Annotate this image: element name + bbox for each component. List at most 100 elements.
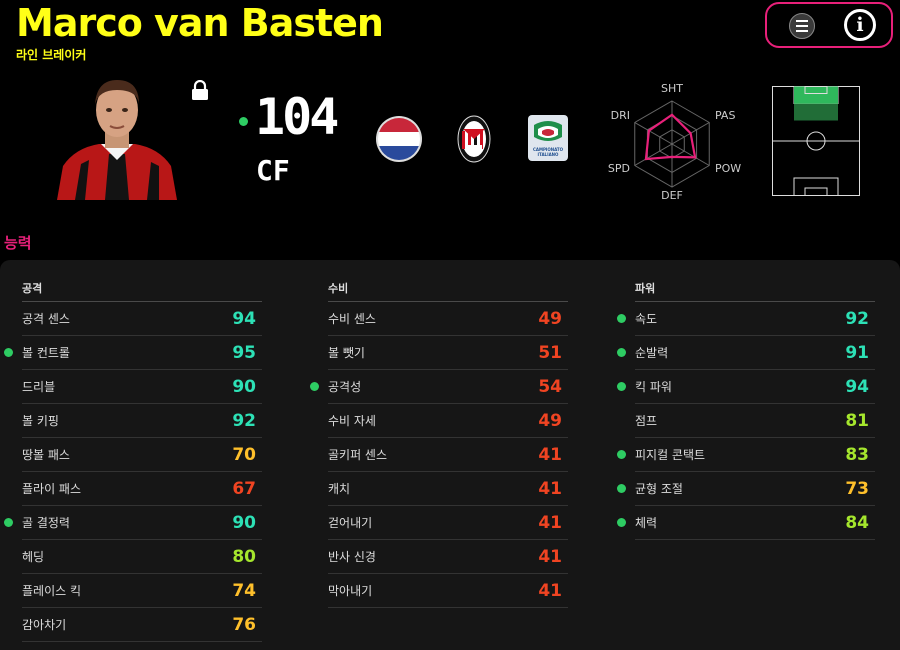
attribute-radar-chart: SHT PAS POW DEF SPD DRI [608, 82, 741, 202]
stat-row: 감아차기 76 [22, 608, 262, 642]
stat-row: 헤딩 80 [22, 540, 262, 574]
radar-label-dri: DRI [611, 109, 630, 122]
stat-row: 볼 뺏기 51 [328, 336, 568, 370]
info-icon: i [856, 14, 864, 36]
stat-row: 점프 81 [635, 404, 875, 438]
stat-row: 피지컬 콘택트 83 [617, 438, 875, 472]
stat-value: 90 [232, 512, 256, 533]
position-highlight-box [794, 86, 838, 104]
stat-row: 공격 센스 94 [22, 302, 262, 336]
stat-value: 92 [845, 308, 869, 329]
defense-rows: 수비 센스 49 볼 뺏기 51 공격성 54 수비 자세 49 골키퍼 센스 41 캐치 41 걷어내… [310, 302, 568, 608]
skill-indicator-dot [617, 382, 626, 391]
stat-name: 감아차기 [22, 618, 67, 632]
stat-value: 83 [845, 444, 869, 465]
stat-row: 수비 센스 49 [328, 302, 568, 336]
stat-row: 공격성 54 [310, 370, 568, 404]
radar-player-shape [644, 113, 697, 161]
skill-indicator-dot [310, 382, 319, 391]
skill-indicator-dot [617, 518, 626, 527]
radar-label-pow: POW [715, 162, 741, 175]
stat-value: 41 [538, 546, 562, 567]
menu-icon [796, 20, 808, 22]
stat-name: 점프 [635, 414, 658, 428]
stat-name: 속도 [635, 312, 658, 326]
stat-value: 49 [538, 308, 562, 329]
stat-row: 볼 컨트롤 95 [4, 336, 262, 370]
menu-button[interactable] [789, 13, 815, 39]
skill-indicator-dot [617, 484, 626, 493]
stat-name: 골 결정력 [22, 516, 70, 530]
stat-value: 80 [232, 546, 256, 567]
stat-name: 반사 신경 [328, 550, 376, 564]
stat-value: 94 [232, 308, 256, 329]
skill-indicator-dot [4, 518, 13, 527]
radar-label-pas: PAS [715, 109, 735, 122]
stat-name: 킥 파워 [635, 380, 672, 394]
stat-value: 94 [845, 376, 869, 397]
stat-value: 70 [232, 444, 256, 465]
top-action-group: i [765, 2, 893, 48]
netherlands-flag-icon[interactable] [375, 115, 423, 163]
stat-name: 캐치 [328, 482, 351, 496]
radar-label-spd: SPD [608, 162, 630, 175]
radar-label-def: DEF [661, 189, 683, 202]
attack-column: 공격 공격 센스 94 볼 컨트롤 95 드리블 90 볼 키핑 92 땅볼 패스 70 플라이 패… [4, 280, 262, 642]
skill-indicator-dot [617, 450, 626, 459]
stat-name: 공격 센스 [22, 312, 70, 326]
stat-name: 수비 자세 [328, 414, 376, 428]
skill-indicator-dot [4, 348, 13, 357]
lock-icon[interactable] [191, 80, 209, 100]
stat-row: 수비 자세 49 [328, 404, 568, 438]
player-portrait [55, 78, 179, 200]
stat-value: 41 [538, 444, 562, 465]
stat-name: 볼 키핑 [22, 414, 59, 428]
serie-a-logo-icon[interactable]: CAMPIONATO ITALIANO [528, 115, 568, 161]
stat-name: 드리블 [22, 380, 56, 394]
stat-name: 헤딩 [22, 550, 45, 564]
stat-row: 균형 조절 73 [617, 472, 875, 506]
stat-value: 67 [232, 478, 256, 499]
stat-name: 공격성 [328, 380, 362, 394]
skill-indicator-dot [617, 314, 626, 323]
stat-name: 땅볼 패스 [22, 448, 70, 462]
ability-section-title: 능력 [4, 234, 32, 252]
stat-row: 캐치 41 [328, 472, 568, 506]
stat-name: 순발력 [635, 346, 669, 360]
stat-row: 속도 92 [617, 302, 875, 336]
stat-value: 73 [845, 478, 869, 499]
stat-value: 81 [845, 410, 869, 431]
stat-value: 41 [538, 478, 562, 499]
attack-rows: 공격 센스 94 볼 컨트롤 95 드리블 90 볼 키핑 92 땅볼 패스 70 플라이 패스 67… [4, 302, 262, 642]
ac-milan-crest-icon[interactable] [457, 115, 491, 163]
stat-row: 킥 파워 94 [617, 370, 875, 404]
stat-name: 체력 [635, 516, 658, 530]
position-pitch-map [772, 86, 860, 196]
stat-name: 볼 컨트롤 [22, 346, 70, 360]
stat-value: 91 [845, 342, 869, 363]
playstyle-label: 라인 브레이커 [16, 48, 87, 62]
stat-row: 골키퍼 센스 41 [328, 438, 568, 472]
ability-panel: 공격 공격 센스 94 볼 컨트롤 95 드리블 90 볼 키핑 92 땅볼 패스 70 플라이 패… [0, 260, 900, 650]
stat-name: 골키퍼 센스 [328, 448, 388, 462]
league-logo-text: CAMPIONATO ITALIANO [532, 147, 564, 157]
power-rows: 속도 92 순발력 91 킥 파워 94 점프 81 피지컬 콘택트 83 균형 조절 73 체력 84 [617, 302, 875, 540]
stat-value: 74 [232, 580, 256, 601]
stat-name: 볼 뺏기 [328, 346, 365, 360]
stat-name: 플레이스 킥 [22, 584, 82, 598]
stat-name: 수비 센스 [328, 312, 376, 326]
stat-name: 플라이 패스 [22, 482, 82, 496]
stat-row: 막아내기 41 [328, 574, 568, 608]
stat-row: 반사 신경 41 [328, 540, 568, 574]
stat-value: 51 [538, 342, 562, 363]
overall-rating: 104 [255, 88, 339, 146]
power-column-title: 파워 [635, 282, 656, 295]
stat-name: 균형 조절 [635, 482, 683, 496]
stat-value: 90 [232, 376, 256, 397]
stat-row: 플라이 패스 67 [22, 472, 262, 506]
stat-value: 49 [538, 410, 562, 431]
info-button[interactable]: i [844, 9, 876, 41]
stat-name: 피지컬 콘택트 [635, 448, 706, 462]
stat-value: 41 [538, 580, 562, 601]
stat-row: 드리블 90 [22, 370, 262, 404]
